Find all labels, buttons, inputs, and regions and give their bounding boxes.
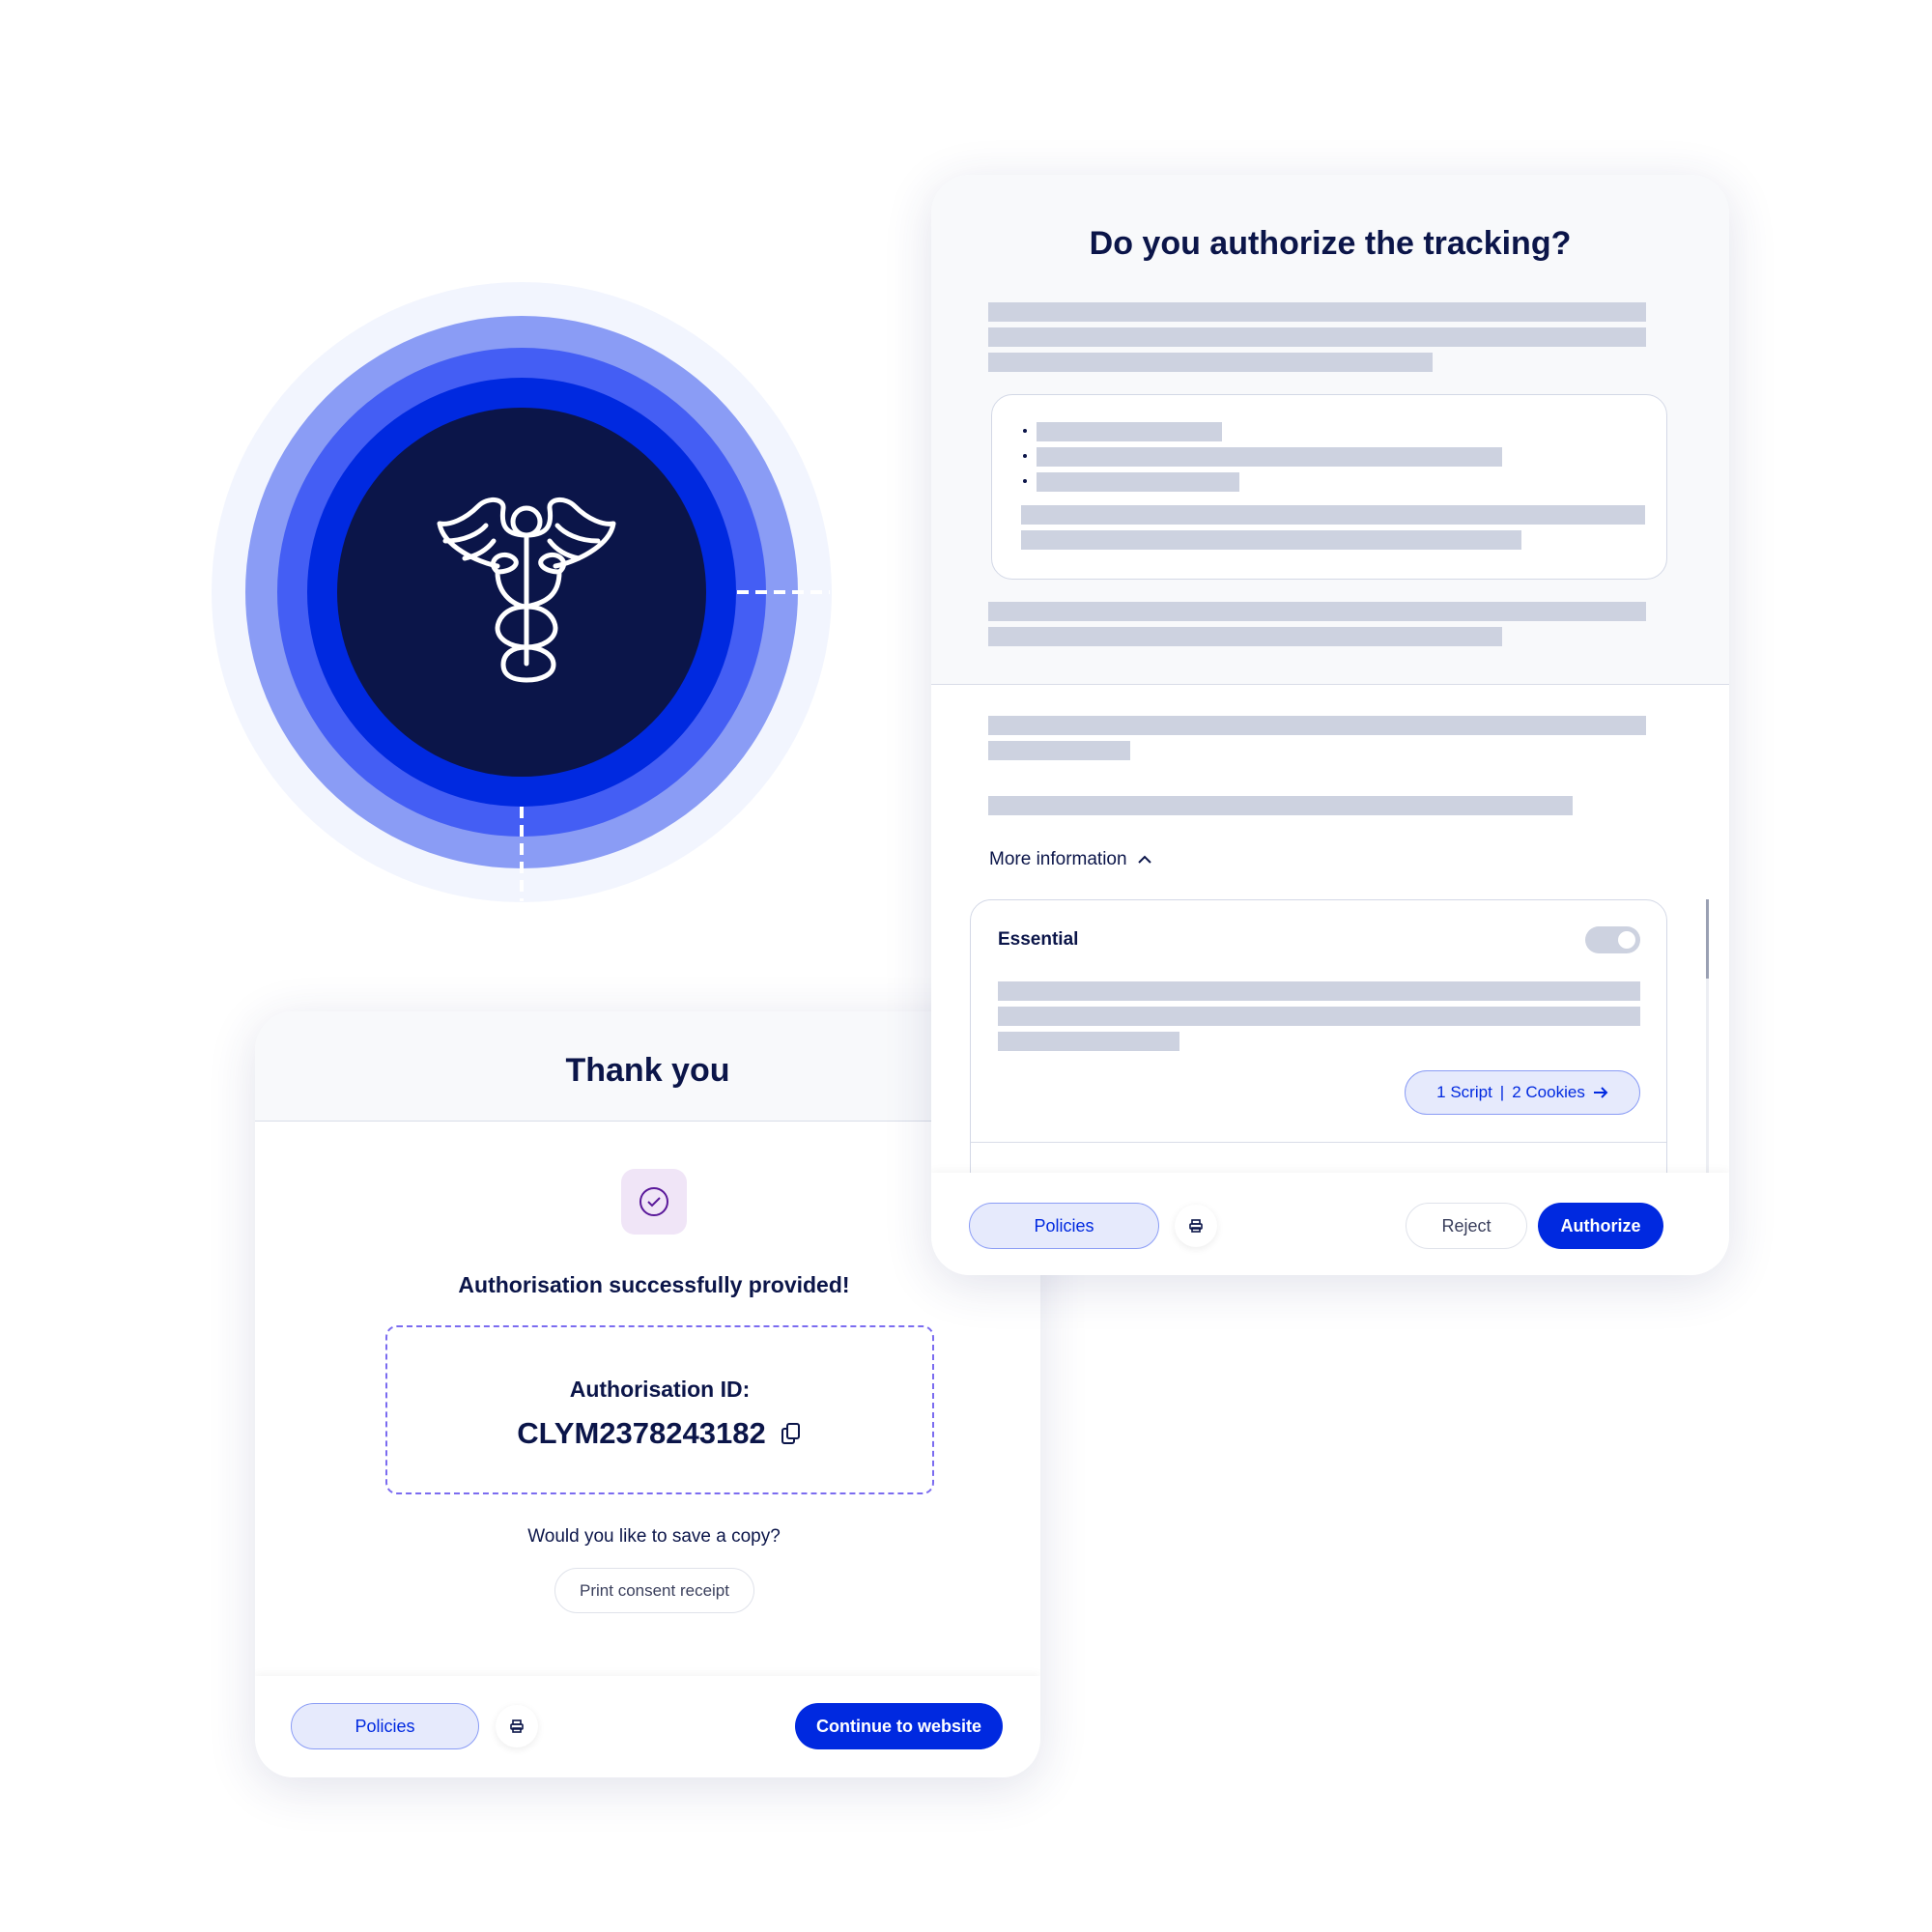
text-placeholder bbox=[988, 796, 1573, 815]
text-placeholder bbox=[988, 327, 1646, 347]
authorisation-id-value: CLYM2378243182 bbox=[517, 1416, 766, 1450]
chevron-up-icon bbox=[1137, 855, 1151, 864]
text-placeholder bbox=[988, 716, 1646, 735]
thank-you-card: Thank you Authorisation successfully pro… bbox=[255, 1011, 1040, 1777]
consent-card: Do you authorize the tracking? More info… bbox=[931, 175, 1729, 1275]
scrollbar[interactable] bbox=[1706, 899, 1709, 1175]
authorisation-id-label: Authorisation ID: bbox=[569, 1377, 751, 1402]
more-information-toggle[interactable]: More information bbox=[989, 849, 1152, 870]
essential-toggle[interactable] bbox=[1585, 926, 1640, 953]
text-placeholder bbox=[988, 741, 1130, 760]
list-placeholder bbox=[1037, 472, 1239, 492]
more-information-label: More information bbox=[989, 849, 1127, 869]
text-placeholder bbox=[988, 353, 1433, 372]
text-placeholder bbox=[1021, 530, 1521, 550]
policies-button[interactable]: Policies bbox=[969, 1203, 1159, 1249]
reject-button[interactable]: Reject bbox=[1406, 1203, 1527, 1249]
text-placeholder bbox=[988, 627, 1502, 646]
text-placeholder bbox=[988, 302, 1646, 322]
print-button[interactable] bbox=[1175, 1205, 1217, 1247]
printer-icon bbox=[1189, 1219, 1203, 1233]
scripts-cookies-chip[interactable]: 1 Script | 2 Cookies bbox=[1405, 1070, 1640, 1115]
printer-icon bbox=[510, 1719, 524, 1733]
list-placeholder bbox=[1037, 447, 1502, 467]
arrow-right-icon bbox=[1593, 1087, 1608, 1098]
consent-title: Do you authorize the tracking? bbox=[1089, 225, 1572, 262]
text-placeholder bbox=[998, 1032, 1179, 1051]
print-button[interactable] bbox=[496, 1705, 538, 1747]
authorize-button[interactable]: Authorize bbox=[1538, 1203, 1663, 1249]
essential-label: Essential bbox=[998, 929, 1079, 950]
save-copy-prompt: Would you like to save a copy? bbox=[527, 1526, 781, 1547]
text-placeholder bbox=[998, 981, 1640, 1001]
authorisation-id-box: Authorisation ID: CLYM2378243182 bbox=[385, 1325, 934, 1494]
list-placeholder bbox=[1037, 422, 1222, 441]
success-message: Authorisation successfully provided! bbox=[458, 1272, 850, 1297]
text-placeholder bbox=[1021, 505, 1645, 525]
policies-button[interactable]: Policies bbox=[291, 1703, 479, 1749]
print-consent-receipt-button[interactable]: Print consent receipt bbox=[554, 1568, 754, 1613]
continue-to-website-button[interactable]: Continue to website bbox=[795, 1703, 1003, 1749]
copy-icon[interactable] bbox=[780, 1421, 803, 1446]
details-box bbox=[991, 394, 1667, 580]
thank-you-title: Thank you bbox=[565, 1052, 730, 1089]
text-placeholder bbox=[998, 1007, 1640, 1026]
check-circle-icon bbox=[639, 1187, 668, 1216]
caduceus-illustration bbox=[212, 282, 832, 902]
text-placeholder bbox=[988, 602, 1646, 621]
success-badge bbox=[621, 1169, 687, 1235]
